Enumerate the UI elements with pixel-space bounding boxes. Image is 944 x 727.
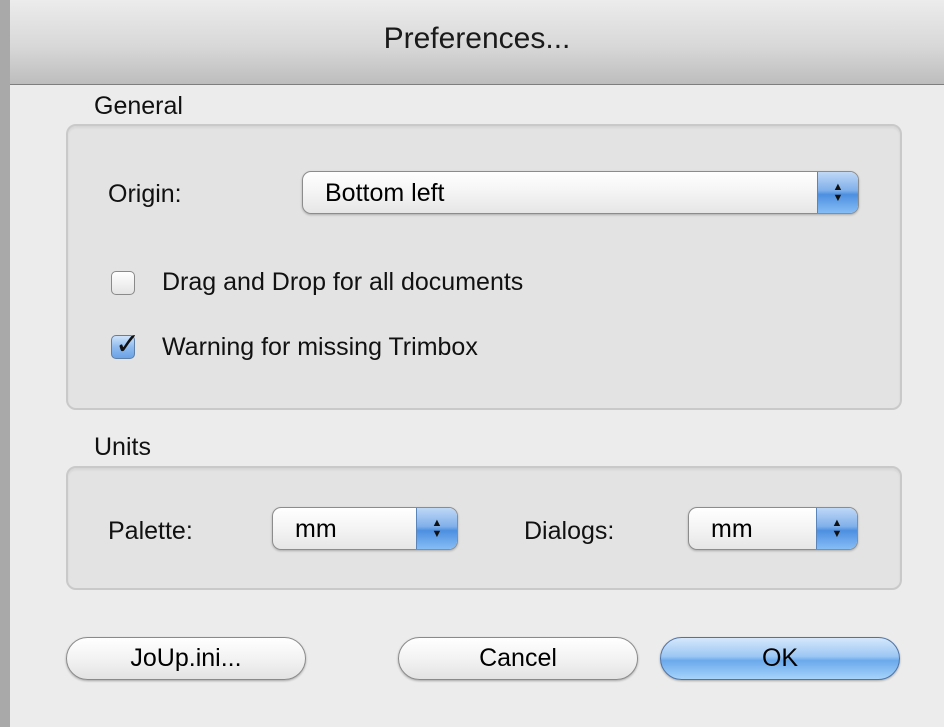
window-title: Preferences...	[383, 22, 571, 55]
window-left-edge	[0, 0, 10, 727]
drag-drop-checkbox-label[interactable]: Drag and Drop for all documents	[162, 268, 523, 297]
dialogs-units-value: mm	[711, 515, 753, 543]
up-down-arrows-icon: ▲ ▼	[416, 508, 457, 549]
trimbox-warning-checkbox[interactable]: ✓	[111, 327, 140, 362]
checkmark-icon: ✓	[115, 327, 141, 362]
units-section-label: Units	[94, 433, 151, 461]
cancel-button[interactable]: Cancel	[398, 637, 638, 680]
origin-popup-value: Bottom left	[325, 179, 445, 207]
general-group-box	[66, 124, 902, 410]
origin-label: Origin:	[108, 180, 182, 208]
general-section-label: General	[94, 92, 183, 120]
origin-popup[interactable]: Bottom left ▲ ▼	[302, 171, 859, 214]
drag-drop-checkbox[interactable]	[111, 271, 135, 295]
up-down-arrows-icon: ▲ ▼	[816, 508, 857, 549]
trimbox-warning-checkbox-label[interactable]: Warning for missing Trimbox	[162, 333, 478, 362]
dialogs-label: Dialogs:	[524, 517, 615, 545]
ok-button[interactable]: OK	[660, 637, 900, 680]
dialogs-units-popup[interactable]: mm ▲ ▼	[688, 507, 858, 550]
palette-units-popup[interactable]: mm ▲ ▼	[272, 507, 458, 550]
title-bar[interactable]: Preferences...	[10, 0, 944, 85]
joup-ini-button[interactable]: JoUp.ini...	[66, 637, 306, 680]
palette-label: Palette:	[108, 517, 193, 545]
up-down-arrows-icon: ▲ ▼	[817, 172, 858, 213]
palette-units-value: mm	[295, 515, 337, 543]
preferences-window: Preferences... General Origin: Bottom le…	[0, 0, 944, 727]
